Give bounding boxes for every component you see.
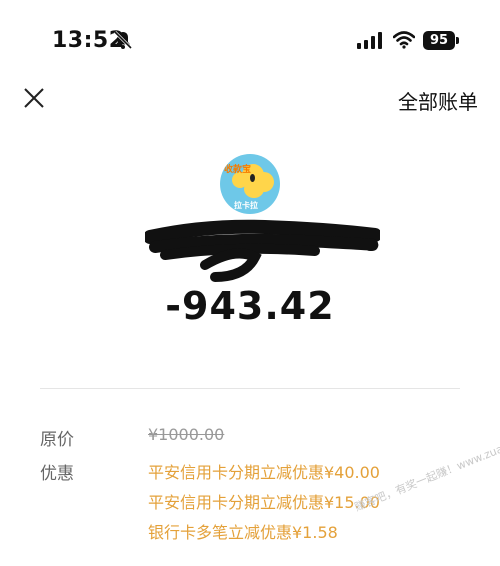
cellular-signal-icon xyxy=(357,32,382,49)
all-bills-link[interactable]: 全部账单 xyxy=(398,86,478,115)
original-price-label: 原价 xyxy=(40,430,74,450)
redacted-merchant-name xyxy=(145,219,380,282)
original-price-value: ¥1000.00 xyxy=(148,425,225,444)
transaction-amount: -943.42 xyxy=(165,284,335,328)
merchant-avatar: 收款宝 拉卡拉 xyxy=(220,154,280,214)
discount-item: 银行卡多笔立减优惠¥1.58 xyxy=(148,523,338,542)
discount-item: 平安信用卡分期立减优惠¥15.00 xyxy=(148,493,380,512)
battery-cap xyxy=(456,37,459,44)
bell-off-icon xyxy=(113,30,133,50)
discount-item: 平安信用卡分期立减优惠¥40.00 xyxy=(148,463,380,482)
wifi-icon xyxy=(393,31,415,49)
battery-indicator: 95 xyxy=(423,31,455,50)
discount-label: 优惠 xyxy=(40,464,74,484)
divider xyxy=(40,388,460,389)
close-icon[interactable] xyxy=(22,86,46,110)
avatar-text-top: 收款宝 xyxy=(224,165,252,175)
